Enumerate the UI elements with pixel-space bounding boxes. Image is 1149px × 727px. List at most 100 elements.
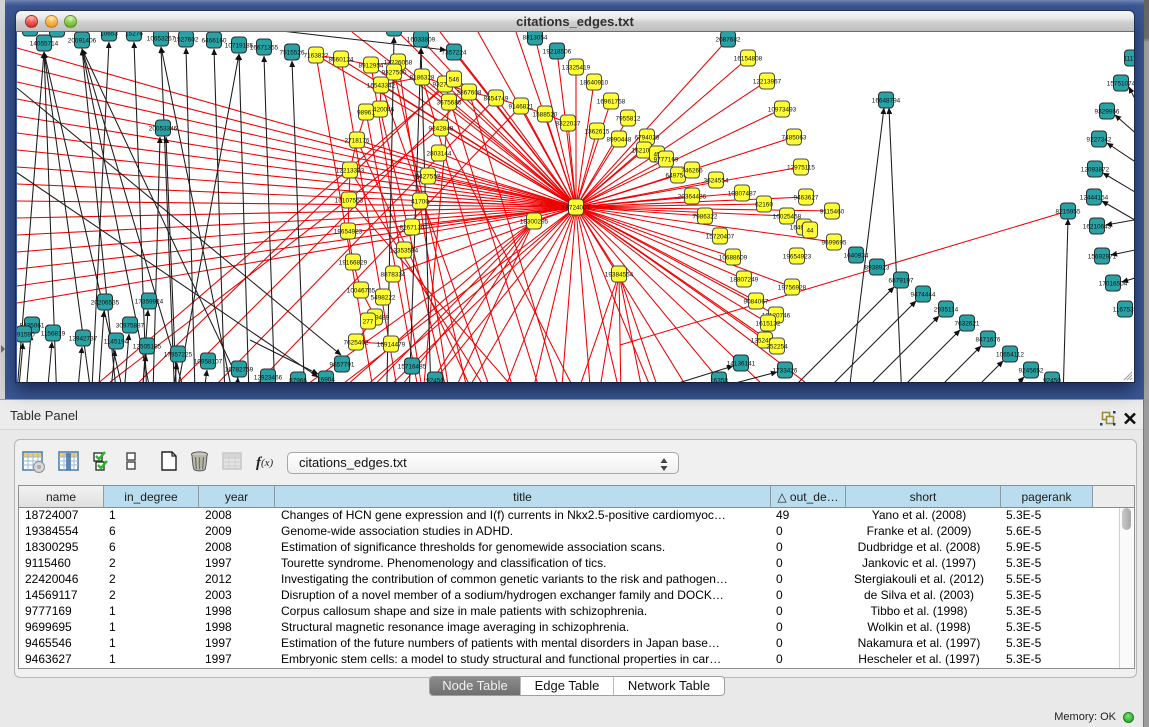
svg-text:8912954: 8912954 [359,63,384,70]
svg-text:2867608: 2867608 [457,90,482,97]
svg-text:19654923: 19654923 [783,254,812,261]
svg-text:8990448: 8990448 [607,137,632,144]
svg-text:9146821: 9146821 [509,104,534,111]
svg-text:10807487: 10807487 [728,191,757,198]
svg-text:10973493: 10973493 [768,107,797,114]
svg-text:8427552: 8427552 [416,174,441,181]
svg-text:16648794: 16648794 [872,98,901,105]
svg-text:30975887: 30975887 [116,323,145,330]
svg-text:2009: 2009 [50,32,65,34]
svg-text:18300295: 18300295 [520,219,549,226]
svg-text:19654923: 19654923 [334,229,363,236]
svg-text:16671355: 16671355 [250,45,279,52]
svg-text:92450: 92450 [1043,378,1061,383]
svg-text:175: 175 [25,32,36,33]
svg-text:277: 277 [363,319,374,326]
svg-text:11173: 11173 [1124,56,1134,63]
svg-text:9699695: 9699695 [822,240,847,247]
svg-text:16961758: 16961758 [597,99,626,106]
svg-text:(x): (x) [261,457,274,469]
svg-text:7515526: 7515526 [280,50,305,57]
svg-text:9327500: 9327500 [382,70,407,77]
svg-text:9084067: 9084067 [744,299,769,306]
svg-text:8938923: 8938923 [865,265,890,272]
svg-text:20091406: 20091406 [68,38,97,45]
svg-text:98961: 98961 [357,110,375,117]
svg-text:2718176: 2718176 [345,138,370,145]
svg-text:17359924: 17359924 [135,299,164,306]
svg-text:16914479: 16914479 [377,342,406,349]
svg-text:7357224: 7357224 [442,50,467,57]
svg-text:12942737: 12942737 [69,336,98,343]
svg-text:6879197: 6879197 [889,278,914,285]
svg-text:19218506: 19218506 [543,49,572,56]
svg-text:12444154: 12444154 [1080,195,1109,202]
svg-text:1640934: 1640934 [844,253,869,260]
svg-text:19166829: 19166829 [339,260,368,267]
svg-text:8322037: 8322037 [556,121,581,128]
svg-text:9245652: 9245652 [1019,368,1044,375]
svg-text:44: 44 [806,228,814,235]
svg-text:16033: 16033 [385,32,403,33]
svg-text:1588520: 1588520 [533,112,558,119]
svg-text:8454749: 8454749 [484,96,509,103]
svg-text:2087682: 2087682 [716,37,741,44]
svg-text:7955812: 7955812 [616,116,641,123]
svg-text:13325419: 13325419 [562,65,591,72]
svg-text:16033809: 16033809 [407,37,436,44]
svg-text:19756928: 19756928 [778,285,807,292]
svg-text:62160: 62160 [755,202,773,209]
svg-text:1145194: 1145194 [104,339,129,346]
svg-text:8186328: 8186328 [410,75,435,82]
svg-text:14136141: 14136141 [727,361,756,368]
svg-text:10653: 10653 [100,32,118,38]
svg-text:18807249: 18807249 [730,277,759,284]
svg-text:16210643: 16210643 [1083,224,1112,231]
svg-text:12213967: 12213967 [753,79,782,86]
svg-text:16904: 16904 [317,377,335,383]
svg-text:7625402: 7625402 [344,340,369,347]
svg-text:10046765: 10046765 [347,288,376,295]
svg-text:16782759: 16782759 [225,367,254,374]
svg-text:5498222: 5498222 [371,295,396,302]
svg-text:9657791: 9657791 [330,362,355,369]
svg-text:9463627: 9463627 [794,195,819,202]
svg-text:9115460: 9115460 [820,209,845,216]
svg-text:10653267: 10653267 [147,36,176,43]
svg-text:2803144: 2803144 [427,151,452,158]
svg-text:746266: 746266 [681,168,703,175]
svg-text:9329966: 9329966 [1095,109,1120,116]
svg-text:15720407: 15720407 [706,234,735,241]
svg-text:1527602: 1527602 [174,37,199,44]
svg-text:18724007: 18724007 [562,205,591,212]
svg-text:252254: 252254 [766,344,788,351]
svg-text:9227342: 9227342 [1087,137,1112,144]
svg-text:1167533: 1167533 [1113,307,1134,314]
svg-text:8660124: 8660124 [329,57,354,64]
svg-text:7632621: 7632621 [955,321,980,328]
svg-text:546: 546 [449,77,460,84]
svg-text:12923466: 12923466 [254,375,283,382]
svg-text:41700: 41700 [411,199,429,206]
svg-text:10688609: 10688609 [719,255,748,262]
svg-text:8878334: 8878334 [381,272,406,279]
svg-text:19384554: 19384554 [605,272,634,279]
svg-text:1733426: 1733426 [773,368,798,375]
svg-text:7163822: 7163822 [304,53,329,60]
svg-text:16358: 16358 [710,378,728,383]
svg-text:10654112: 10654112 [996,352,1024,359]
svg-text:1362615: 1362615 [585,129,610,136]
svg-text:3624554: 3624554 [704,178,729,185]
svg-text:12093872: 12093872 [1081,167,1110,174]
svg-text:9474444: 9474444 [911,292,936,299]
svg-text:92450: 92450 [426,378,444,383]
svg-text:12505185: 12505185 [133,344,162,351]
svg-text:20364436: 20364436 [678,194,707,201]
svg-text:16154808: 16154808 [734,56,763,63]
svg-text:15751074: 15751074 [1107,81,1134,88]
svg-text:6794028: 6794028 [635,135,660,142]
svg-text:8215955: 8215955 [1056,209,1081,216]
svg-text:15692971: 15692971 [1088,254,1117,261]
svg-text:20053346: 20053346 [149,126,178,133]
svg-text:3675685: 3675685 [437,100,462,107]
